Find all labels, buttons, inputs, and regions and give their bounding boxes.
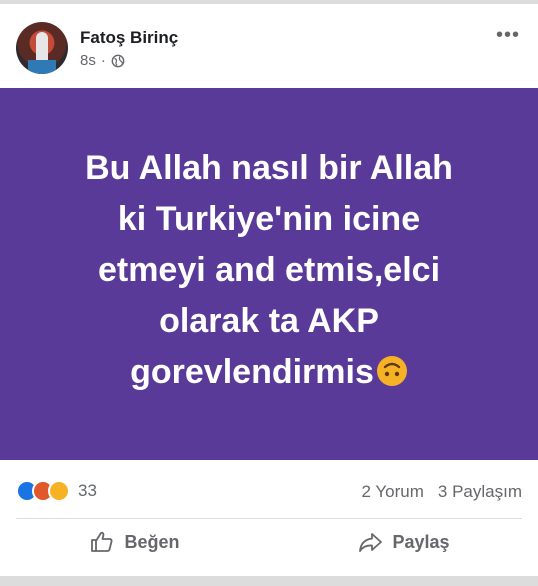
- post-text-line-last: gorevlendirmis: [49, 347, 489, 398]
- post-text-line: etmeyi and etmis,elci: [97, 250, 441, 289]
- engagement-counts: 2 Yorum 3 Paylaşım: [362, 482, 522, 502]
- post-text: Bu Allah nasıl bir Allah ki Turkiye'nin …: [49, 143, 489, 398]
- post-card: Fatoş Birinç 8s · ••• Bu Allah nasıl bir…: [0, 4, 538, 576]
- haha-reaction-icon: [48, 480, 70, 502]
- post-text-line: ki Turkiye'nin icine: [117, 199, 421, 238]
- meta-separator: ·: [100, 52, 106, 69]
- avatar-podium: [28, 60, 56, 74]
- author-name[interactable]: Fatoş Birinç: [80, 28, 178, 48]
- post-content: Bu Allah nasıl bir Allah ki Turkiye'nin …: [0, 88, 538, 460]
- share-arrow-icon: [359, 533, 383, 552]
- post-time[interactable]: 8s: [80, 52, 96, 69]
- like-label: Beğen: [124, 531, 180, 552]
- post-text-line: Bu Allah nasıl bir Allah: [85, 148, 453, 187]
- like-button[interactable]: Beğen: [0, 519, 269, 565]
- upside-down-face-emoji: [376, 355, 407, 386]
- thumbs-up-icon: [91, 531, 113, 552]
- avatar[interactable]: [16, 22, 68, 74]
- post-header: Fatoş Birinç 8s · •••: [0, 4, 538, 88]
- share-button[interactable]: Paylaş: [269, 519, 538, 565]
- share-label: Paylaş: [392, 531, 450, 552]
- shares-count[interactable]: 3 Paylaşım: [438, 482, 522, 502]
- comments-count[interactable]: 2 Yorum: [362, 482, 424, 502]
- post-meta: 8s ·: [80, 52, 125, 69]
- globe-icon[interactable]: [111, 54, 125, 68]
- post-text-line: olarak ta AKP: [159, 301, 379, 340]
- post-text-line: gorevlendirmis: [130, 352, 374, 391]
- reaction-count: 33: [78, 481, 97, 500]
- more-options-icon[interactable]: •••: [496, 24, 520, 47]
- post-actions: Beğen Paylaş: [0, 519, 538, 565]
- post-stats: 33 2 Yorum 3 Paylaşım: [0, 460, 538, 518]
- reactions-summary[interactable]: 33: [16, 480, 97, 502]
